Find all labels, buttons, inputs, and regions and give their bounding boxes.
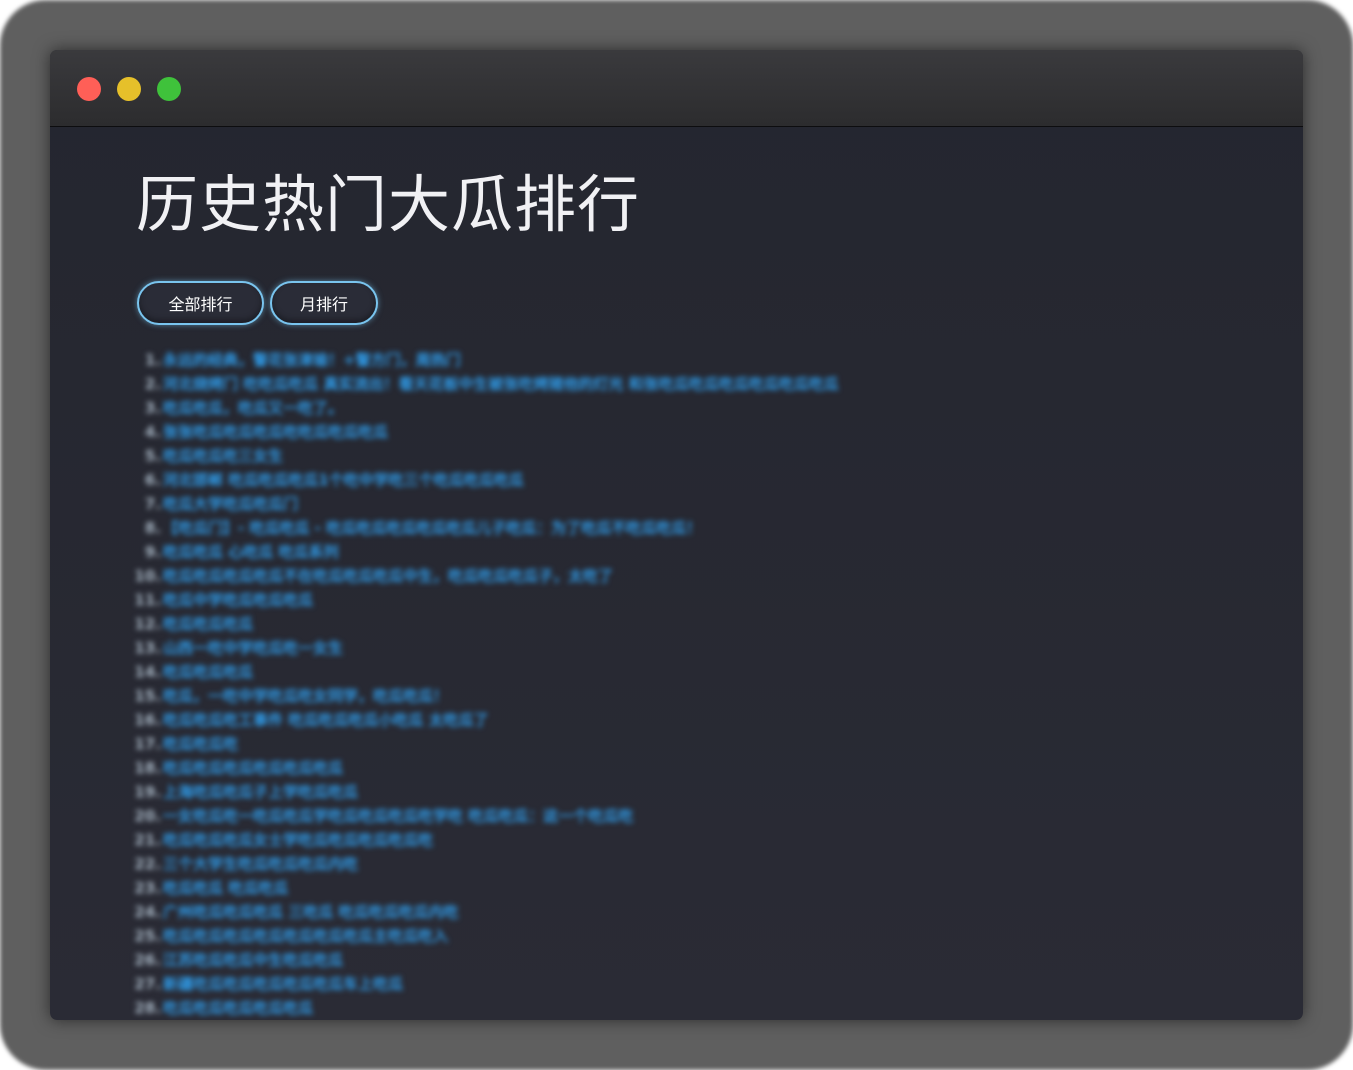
ranking-list-item[interactable]: 6. 河北邯郸 吃瓜吃瓜吃瓜1个吃中学吃三个吃瓜吃瓜吃瓜 <box>133 468 839 492</box>
rank-title-link[interactable]: 一女吃瓜吃一吃瓜吃瓜学吃瓜吃瓜吃瓜吃学吃 吃瓜吃瓜：这一个吃瓜吃 <box>163 804 633 828</box>
rank-title-link[interactable]: 吃瓜吃瓜 心吃瓜 吃瓜系列 <box>163 540 338 564</box>
rank-number: 21. <box>134 831 161 849</box>
rank-number: 13. <box>134 639 161 657</box>
rank-number: 12. <box>134 615 161 633</box>
ranking-list-item[interactable]: 19. 上海吃瓜吃瓜子上学吃瓜吃瓜 <box>133 780 839 804</box>
ranking-list-item[interactable]: 23. 吃瓜吃瓜 吃瓜吃瓜 <box>133 876 839 900</box>
window-titlebar <box>50 50 1303 127</box>
rank-title-link[interactable]: 吃瓜吃瓜吃三女生 <box>163 444 283 468</box>
rank-number: 14. <box>134 663 161 681</box>
rank-title-link[interactable]: 山西一吃中学吃瓜吃一女生 <box>163 636 343 660</box>
rank-title-link[interactable]: 广州吃瓜吃瓜吃瓜 三吃瓜 吃瓜吃瓜吃瓜内吃 <box>163 900 458 924</box>
ranking-list-item[interactable]: 15. 吃瓜，一吃中学吃瓜吃女同学，吃瓜吃瓜！ <box>133 684 839 708</box>
ranking-list-item[interactable]: 17. 吃瓜吃瓜吃 <box>133 732 839 756</box>
ranking-list-item[interactable]: 9. 吃瓜吃瓜 心吃瓜 吃瓜系列 <box>133 540 839 564</box>
rank-title-link[interactable]: 永远的经典，警花张津瑜！+警方门，周热门 <box>163 348 461 372</box>
rank-title-link[interactable]: 吃瓜吃瓜吃 <box>163 732 238 756</box>
rank-number: 1. <box>144 351 161 369</box>
rank-title-link[interactable]: 新疆吃瓜吃瓜吃瓜吃瓜吃瓜车上吃瓜 <box>163 972 403 996</box>
rank-number: 6. <box>144 471 161 489</box>
rank-number: 10. <box>134 567 161 585</box>
rank-number: 11. <box>134 591 161 609</box>
rank-title-link[interactable]: 吃瓜吃瓜吃瓜 <box>163 660 253 684</box>
rank-title-link[interactable]: 江苏吃瓜吃瓜中生吃瓜吃瓜 <box>163 948 343 972</box>
rank-title-link[interactable]: 三个大学生吃瓜吃瓜吃瓜内吃 <box>163 852 358 876</box>
ranking-list-item[interactable]: 14. 吃瓜吃瓜吃瓜 <box>133 660 839 684</box>
rank-number: 5. <box>144 447 161 465</box>
rank-number: 3. <box>144 399 161 417</box>
rank-number: 18. <box>134 759 161 777</box>
ranking-list-item[interactable]: 24. 广州吃瓜吃瓜吃瓜 三吃瓜 吃瓜吃瓜吃瓜内吃 <box>133 900 839 924</box>
page-title: 历史热门大瓜排行 <box>136 168 641 241</box>
ranking-list-item[interactable]: 7. 吃瓜大学吃瓜吃瓜门 <box>133 492 839 516</box>
rank-title-link[interactable]: 吃瓜，一吃中学吃瓜吃女同学，吃瓜吃瓜！ <box>163 684 448 708</box>
rank-title-link[interactable]: 吃瓜吃瓜吃瓜女士学吃瓜吃瓜吃瓜吃瓜吃 <box>163 828 433 852</box>
ranking-list-item[interactable]: 12. 吃瓜吃瓜吃瓜 <box>133 612 839 636</box>
rank-title-link[interactable]: 吃瓜吃瓜吃工事件 吃瓜吃瓜吃瓜小吃瓜 太吃瓜了 <box>163 708 488 732</box>
rank-title-link[interactable]: 吃瓜吃瓜吃瓜 <box>163 612 253 636</box>
ranking-list-item[interactable]: 20. 一女吃瓜吃一吃瓜吃瓜学吃瓜吃瓜吃瓜吃学吃 吃瓜吃瓜：这一个吃瓜吃 <box>133 804 839 828</box>
rank-title-link[interactable]: 吃瓜吃瓜吃瓜吃瓜不在吃瓜吃瓜吃瓜中生，吃瓜吃瓜吃瓜子，太吃了 <box>163 564 613 588</box>
ranking-list-item[interactable]: 16. 吃瓜吃瓜吃工事件 吃瓜吃瓜吃瓜小吃瓜 太吃瓜了 <box>133 708 839 732</box>
ranking-list-item[interactable]: 2. 河北烧烤门 吃吃瓜吃瓜 真实流出！看天花板中生被张吃烤猪他的灯光 和张吃瓜吃… <box>133 372 839 396</box>
rank-title-link[interactable]: 张张吃瓜吃瓜吃瓜吃吃瓜吃瓜吃瓜 <box>163 420 388 444</box>
ranking-list-item[interactable]: 8. 【吃瓜门】- 吃瓜吃瓜 - 吃瓜吃瓜吃瓜吃瓜吃瓜儿子吃瓜：为了吃瓜不吃瓜吃瓜… <box>133 516 839 540</box>
rank-number: 9. <box>144 543 161 561</box>
ranking-list-item[interactable]: 13. 山西一吃中学吃瓜吃一女生 <box>133 636 839 660</box>
rank-title-link[interactable]: 河北邯郸 吃瓜吃瓜吃瓜1个吃中学吃三个吃瓜吃瓜吃瓜 <box>163 468 524 492</box>
browser-window: 历史热门大瓜排行 全部排行 月排行 1. 永远的经典，警花张津瑜！+警方门，周热门… <box>50 50 1303 1020</box>
rank-number: 15. <box>134 687 161 705</box>
maximize-window-button[interactable] <box>157 77 181 101</box>
rank-number: 17. <box>134 735 161 753</box>
rank-title-link[interactable]: 吃瓜大学吃瓜吃瓜门 <box>163 492 298 516</box>
rank-number: 20. <box>134 807 161 825</box>
ranking-list-item[interactable]: 27. 新疆吃瓜吃瓜吃瓜吃瓜吃瓜车上吃瓜 <box>133 972 839 996</box>
rank-title-link[interactable]: 吃瓜吃瓜，吃瓜又一吃了。 <box>163 396 343 420</box>
ranking-list-item[interactable]: 5. 吃瓜吃瓜吃三女生 <box>133 444 839 468</box>
rank-title-link[interactable]: 【吃瓜门】- 吃瓜吃瓜 - 吃瓜吃瓜吃瓜吃瓜吃瓜儿子吃瓜：为了吃瓜不吃瓜吃瓜！ <box>163 516 701 540</box>
rank-number: 22. <box>134 855 161 873</box>
ranking-list-item[interactable]: 11. 吃瓜中学吃瓜吃瓜吃瓜 <box>133 588 839 612</box>
rank-number: 4. <box>144 423 161 441</box>
rank-number: 25. <box>134 927 161 945</box>
ranking-list-item[interactable]: 4. 张张吃瓜吃瓜吃瓜吃吃瓜吃瓜吃瓜 <box>133 420 839 444</box>
rank-number: 28. <box>134 999 161 1017</box>
rank-title-link[interactable]: 河北烧烤门 吃吃瓜吃瓜 真实流出！看天花板中生被张吃烤猪他的灯光 和张吃瓜吃瓜吃… <box>163 372 839 396</box>
rank-number: 27. <box>134 975 161 993</box>
ranking-list-item[interactable]: 1. 永远的经典，警花张津瑜！+警方门，周热门 <box>133 348 839 372</box>
rank-title-link[interactable]: 吃瓜吃瓜吃瓜吃瓜吃瓜吃瓜吃瓜主吃瓜吃入 <box>163 924 448 948</box>
ranking-list-item[interactable]: 22. 三个大学生吃瓜吃瓜吃瓜内吃 <box>133 852 839 876</box>
ranking-list-item[interactable]: 18. 吃瓜吃瓜吃瓜吃瓜吃瓜吃瓜 <box>133 756 839 780</box>
tab-all-ranking[interactable]: 全部排行 <box>137 281 264 325</box>
rank-number: 8. <box>144 519 161 537</box>
tab-monthly-ranking[interactable]: 月排行 <box>270 281 378 325</box>
rank-number: 26. <box>134 951 161 969</box>
rank-number: 24. <box>134 903 161 921</box>
rank-number: 23. <box>134 879 161 897</box>
rank-title-link[interactable]: 吃瓜中学吃瓜吃瓜吃瓜 <box>163 588 313 612</box>
ranking-tabs: 全部排行 月排行 <box>137 281 378 325</box>
ranking-list: 1. 永远的经典，警花张津瑜！+警方门，周热门 2. 河北烧烤门 吃吃瓜吃瓜 真实流出… <box>133 348 839 1020</box>
rank-title-link[interactable]: 吃瓜吃瓜 吃瓜吃瓜 <box>163 876 288 900</box>
minimize-window-button[interactable] <box>117 77 141 101</box>
ranking-list-item[interactable]: 26. 江苏吃瓜吃瓜中生吃瓜吃瓜 <box>133 948 839 972</box>
ranking-list-item[interactable]: 21. 吃瓜吃瓜吃瓜女士学吃瓜吃瓜吃瓜吃瓜吃 <box>133 828 839 852</box>
rank-number: 16. <box>134 711 161 729</box>
close-window-button[interactable] <box>77 77 101 101</box>
ranking-list-item[interactable]: 3. 吃瓜吃瓜，吃瓜又一吃了。 <box>133 396 839 420</box>
ranking-list-item[interactable]: 28. 吃瓜吃瓜吃瓜吃瓜吃瓜 <box>133 996 839 1020</box>
rank-title-link[interactable]: 吃瓜吃瓜吃瓜吃瓜吃瓜 <box>163 996 313 1020</box>
rank-number: 19. <box>134 783 161 801</box>
ranking-list-item[interactable]: 10. 吃瓜吃瓜吃瓜吃瓜不在吃瓜吃瓜吃瓜中生，吃瓜吃瓜吃瓜子，太吃了 <box>133 564 839 588</box>
rank-title-link[interactable]: 上海吃瓜吃瓜子上学吃瓜吃瓜 <box>163 780 358 804</box>
rank-number: 2. <box>144 375 161 393</box>
rank-number: 7. <box>144 495 161 513</box>
ranking-list-item[interactable]: 25. 吃瓜吃瓜吃瓜吃瓜吃瓜吃瓜吃瓜主吃瓜吃入 <box>133 924 839 948</box>
rank-title-link[interactable]: 吃瓜吃瓜吃瓜吃瓜吃瓜吃瓜 <box>163 756 343 780</box>
